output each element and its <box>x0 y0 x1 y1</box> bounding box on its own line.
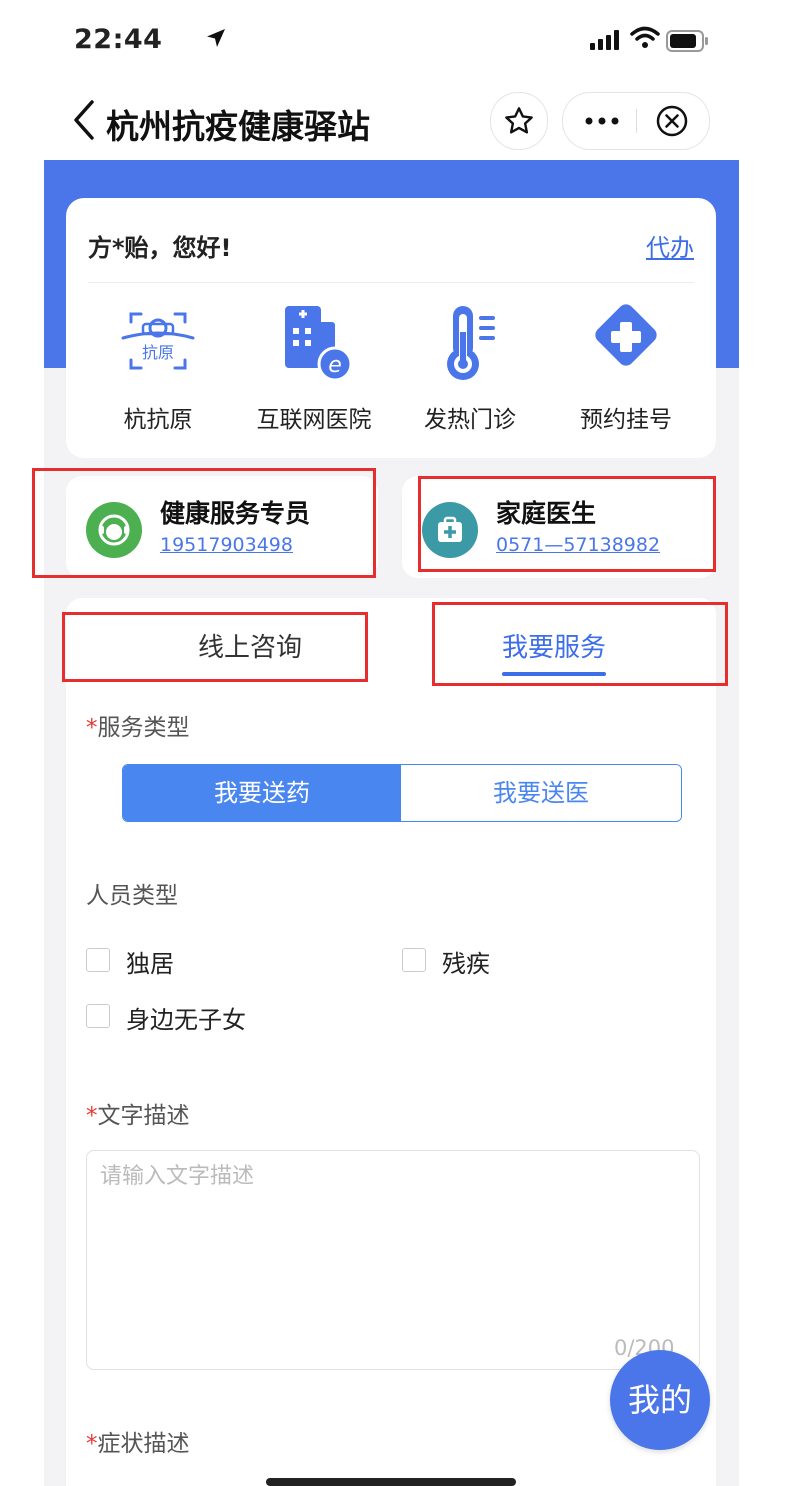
antigen-test-icon: 抗原 <box>121 312 195 370</box>
contact-title: 家庭医生 <box>496 499 597 528</box>
checkbox-label: 身边无子女 <box>126 1006 246 1034</box>
nav-bar: 杭州抗疫健康驿站 <box>44 82 739 160</box>
chevron-left-icon <box>74 100 94 140</box>
service-antigen[interactable]: 抗原 杭抗原 <box>78 302 238 442</box>
greeting-card: 方*贻，您好! 代办 抗原 杭抗原 e 互联网医院 发热门诊 预约挂号 <box>66 198 716 458</box>
mini-program-capsule <box>562 92 710 150</box>
contact-phone-link[interactable]: 19517903498 <box>160 534 293 556</box>
service-appointment[interactable]: 预约挂号 <box>546 302 706 442</box>
star-icon <box>505 107 533 134</box>
medical-kit-icon <box>422 502 478 558</box>
checkbox-box <box>402 948 426 972</box>
service-type-label: *服务类型 <box>86 715 190 741</box>
family-doctor-card[interactable]: 家庭医生 0571—57138982 <box>402 476 716 578</box>
internet-hospital-icon: e <box>285 306 353 382</box>
service-form-card: 线上咨询 我要服务 *服务类型 我要送药 我要送医 人员类型 独居 残疾 身边无… <box>66 598 716 1486</box>
phone-screen: 22:44 杭州抗疫健康驿站 方*贻，您好! 代办 抗原 杭抗原 e 互联网医院… <box>44 0 739 1486</box>
my-floating-button[interactable]: 我的 <box>610 1350 710 1450</box>
back-button[interactable] <box>70 98 100 142</box>
signal-icon <box>590 30 622 54</box>
more-dots-icon <box>585 117 619 125</box>
service-label: 预约挂号 <box>580 407 672 433</box>
service-label: 互联网医院 <box>256 407 372 433</box>
checkbox-box <box>86 1004 110 1028</box>
send-to-hospital-option[interactable]: 我要送医 <box>401 765 681 821</box>
more-button[interactable] <box>571 93 633 149</box>
close-circle-icon <box>656 105 688 137</box>
contact-phone-link[interactable]: 0571—57138982 <box>496 534 660 556</box>
tab-request-service[interactable]: 我要服务 <box>414 618 694 678</box>
customer-service-icon <box>86 502 142 558</box>
battery-icon <box>666 30 710 56</box>
page-title: 杭州抗疫健康驿站 <box>106 107 370 146</box>
service-label: 发热门诊 <box>424 407 516 433</box>
home-indicator <box>266 1478 516 1486</box>
text-description-label: *文字描述 <box>86 1103 190 1129</box>
status-time: 22:44 <box>74 24 163 55</box>
checkbox-label: 残疾 <box>442 950 490 978</box>
thermometer-icon <box>447 306 495 380</box>
service-label: 杭抗原 <box>123 407 193 433</box>
close-button[interactable] <box>641 93 703 149</box>
person-type-label: 人员类型 <box>86 883 178 909</box>
capsule-divider <box>636 109 637 133</box>
deliver-medicine-option[interactable]: 我要送药 <box>123 765 401 821</box>
service-internet-hospital[interactable]: e 互联网医院 <box>234 302 394 442</box>
favorite-button[interactable] <box>490 92 548 150</box>
symptom-description-label: *症状描述 <box>86 1431 190 1457</box>
active-tab-indicator <box>502 672 606 676</box>
text-description-input[interactable] <box>86 1150 700 1370</box>
medical-cross-icon <box>595 304 657 366</box>
svg-text:e: e <box>328 353 342 378</box>
service-fever-clinic[interactable]: 发热门诊 <box>390 302 550 442</box>
tab-online-consult[interactable]: 线上咨询 <box>110 618 390 678</box>
wifi-icon <box>630 26 660 54</box>
checkbox-box <box>86 948 110 972</box>
location-arrow-icon <box>204 26 228 54</box>
proxy-link[interactable]: 代办 <box>646 228 694 263</box>
health-service-officer-card[interactable]: 健康服务专员 19517903498 <box>66 476 378 578</box>
greeting-text: 方*贻，您好! <box>88 234 232 262</box>
status-bar: 22:44 <box>44 0 739 82</box>
checkbox-label: 独居 <box>126 950 174 978</box>
contact-title: 健康服务专员 <box>160 499 311 528</box>
svg-text:抗原: 抗原 <box>142 343 174 362</box>
divider <box>88 282 694 283</box>
service-type-segmented: 我要送药 我要送医 <box>122 764 682 822</box>
